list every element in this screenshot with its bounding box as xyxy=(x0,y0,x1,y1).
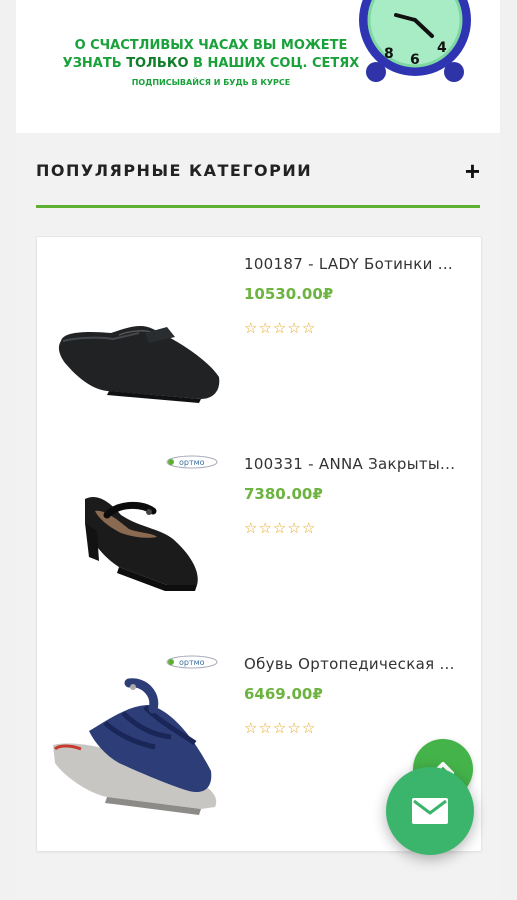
star-icon: ☆ xyxy=(258,520,272,537)
star-icon: ☆ xyxy=(272,720,287,737)
mail-icon xyxy=(412,798,448,824)
product-item[interactable]: 100187 - LADY Ботинки ... 10530.00₽ ☆ ☆ … xyxy=(37,237,481,437)
svg-text:6: 6 xyxy=(410,52,420,68)
brand-badge: ортмо xyxy=(165,655,219,669)
star-icon: ☆ xyxy=(287,320,301,337)
promo-banner[interactable]: О счастливых часах вы можете узнать толь… xyxy=(16,0,500,133)
banner-line-2-highlight: только xyxy=(126,56,189,71)
star-icon: ☆ xyxy=(258,320,272,337)
star-icon: ☆ xyxy=(272,320,287,337)
star-icon: ☆ xyxy=(301,320,316,337)
brand-badge-text: ортмо xyxy=(179,658,205,667)
orto-logo-icon: ортмо xyxy=(166,655,218,669)
star-icon: ☆ xyxy=(287,520,301,537)
rating-stars: ☆ ☆ ☆ ☆ ☆ xyxy=(244,521,315,536)
product-name[interactable]: 100331 - ANNA Закрыты... xyxy=(244,455,469,473)
product-image-blue-sandal[interactable] xyxy=(49,675,227,835)
banner-line-1: О счастливых часах вы можете xyxy=(74,38,348,53)
star-icon: ☆ xyxy=(272,520,287,537)
product-image-black-lace-shoe[interactable] xyxy=(49,267,227,427)
banner-line-2-pre: узнать xyxy=(62,56,127,71)
product-image-black-strap-shoe[interactable] xyxy=(49,467,227,627)
star-icon: ☆ xyxy=(258,720,272,737)
svg-text:4: 4 xyxy=(437,40,447,56)
product-item[interactable]: ортмо 100331 - ANNA Закрыты... 7380.00₽ … xyxy=(37,437,481,637)
banner-line-3: подписывайся и будь в курсе xyxy=(131,78,291,87)
svg-text:8: 8 xyxy=(384,46,394,62)
rating-stars: ☆ ☆ ☆ ☆ ☆ xyxy=(244,721,315,736)
star-icon: ☆ xyxy=(244,520,258,537)
category-title: ПОПУЛЯРНЫЕ КАТЕГОРИИ xyxy=(36,161,313,180)
product-name[interactable]: Обувь Ортопедическая ... xyxy=(244,655,469,673)
expand-plus-icon[interactable]: + xyxy=(465,156,480,187)
product-price: 10530.00₽ xyxy=(244,285,334,303)
star-icon: ☆ xyxy=(244,320,258,337)
star-icon: ☆ xyxy=(244,720,258,737)
alarm-clock-icon: 8 6 4 xyxy=(359,0,471,82)
banner-line-2: узнать только в наших соц. сетях xyxy=(16,56,406,71)
product-price: 7380.00₽ xyxy=(244,485,323,503)
divider xyxy=(36,205,480,208)
contact-button[interactable] xyxy=(386,767,474,855)
star-icon: ☆ xyxy=(287,720,301,737)
product-price: 6469.00₽ xyxy=(244,685,323,703)
brand-badge-text: ортмо xyxy=(179,458,205,467)
product-name[interactable]: 100187 - LADY Ботинки ... xyxy=(244,255,469,273)
banner-line-2-post: в наших соц. сетях xyxy=(188,56,360,71)
star-icon: ☆ xyxy=(301,520,316,537)
category-header[interactable]: ПОПУЛЯРНЫЕ КАТЕГОРИИ + xyxy=(36,156,480,186)
rating-stars: ☆ ☆ ☆ ☆ ☆ xyxy=(244,321,315,336)
star-icon: ☆ xyxy=(301,720,316,737)
